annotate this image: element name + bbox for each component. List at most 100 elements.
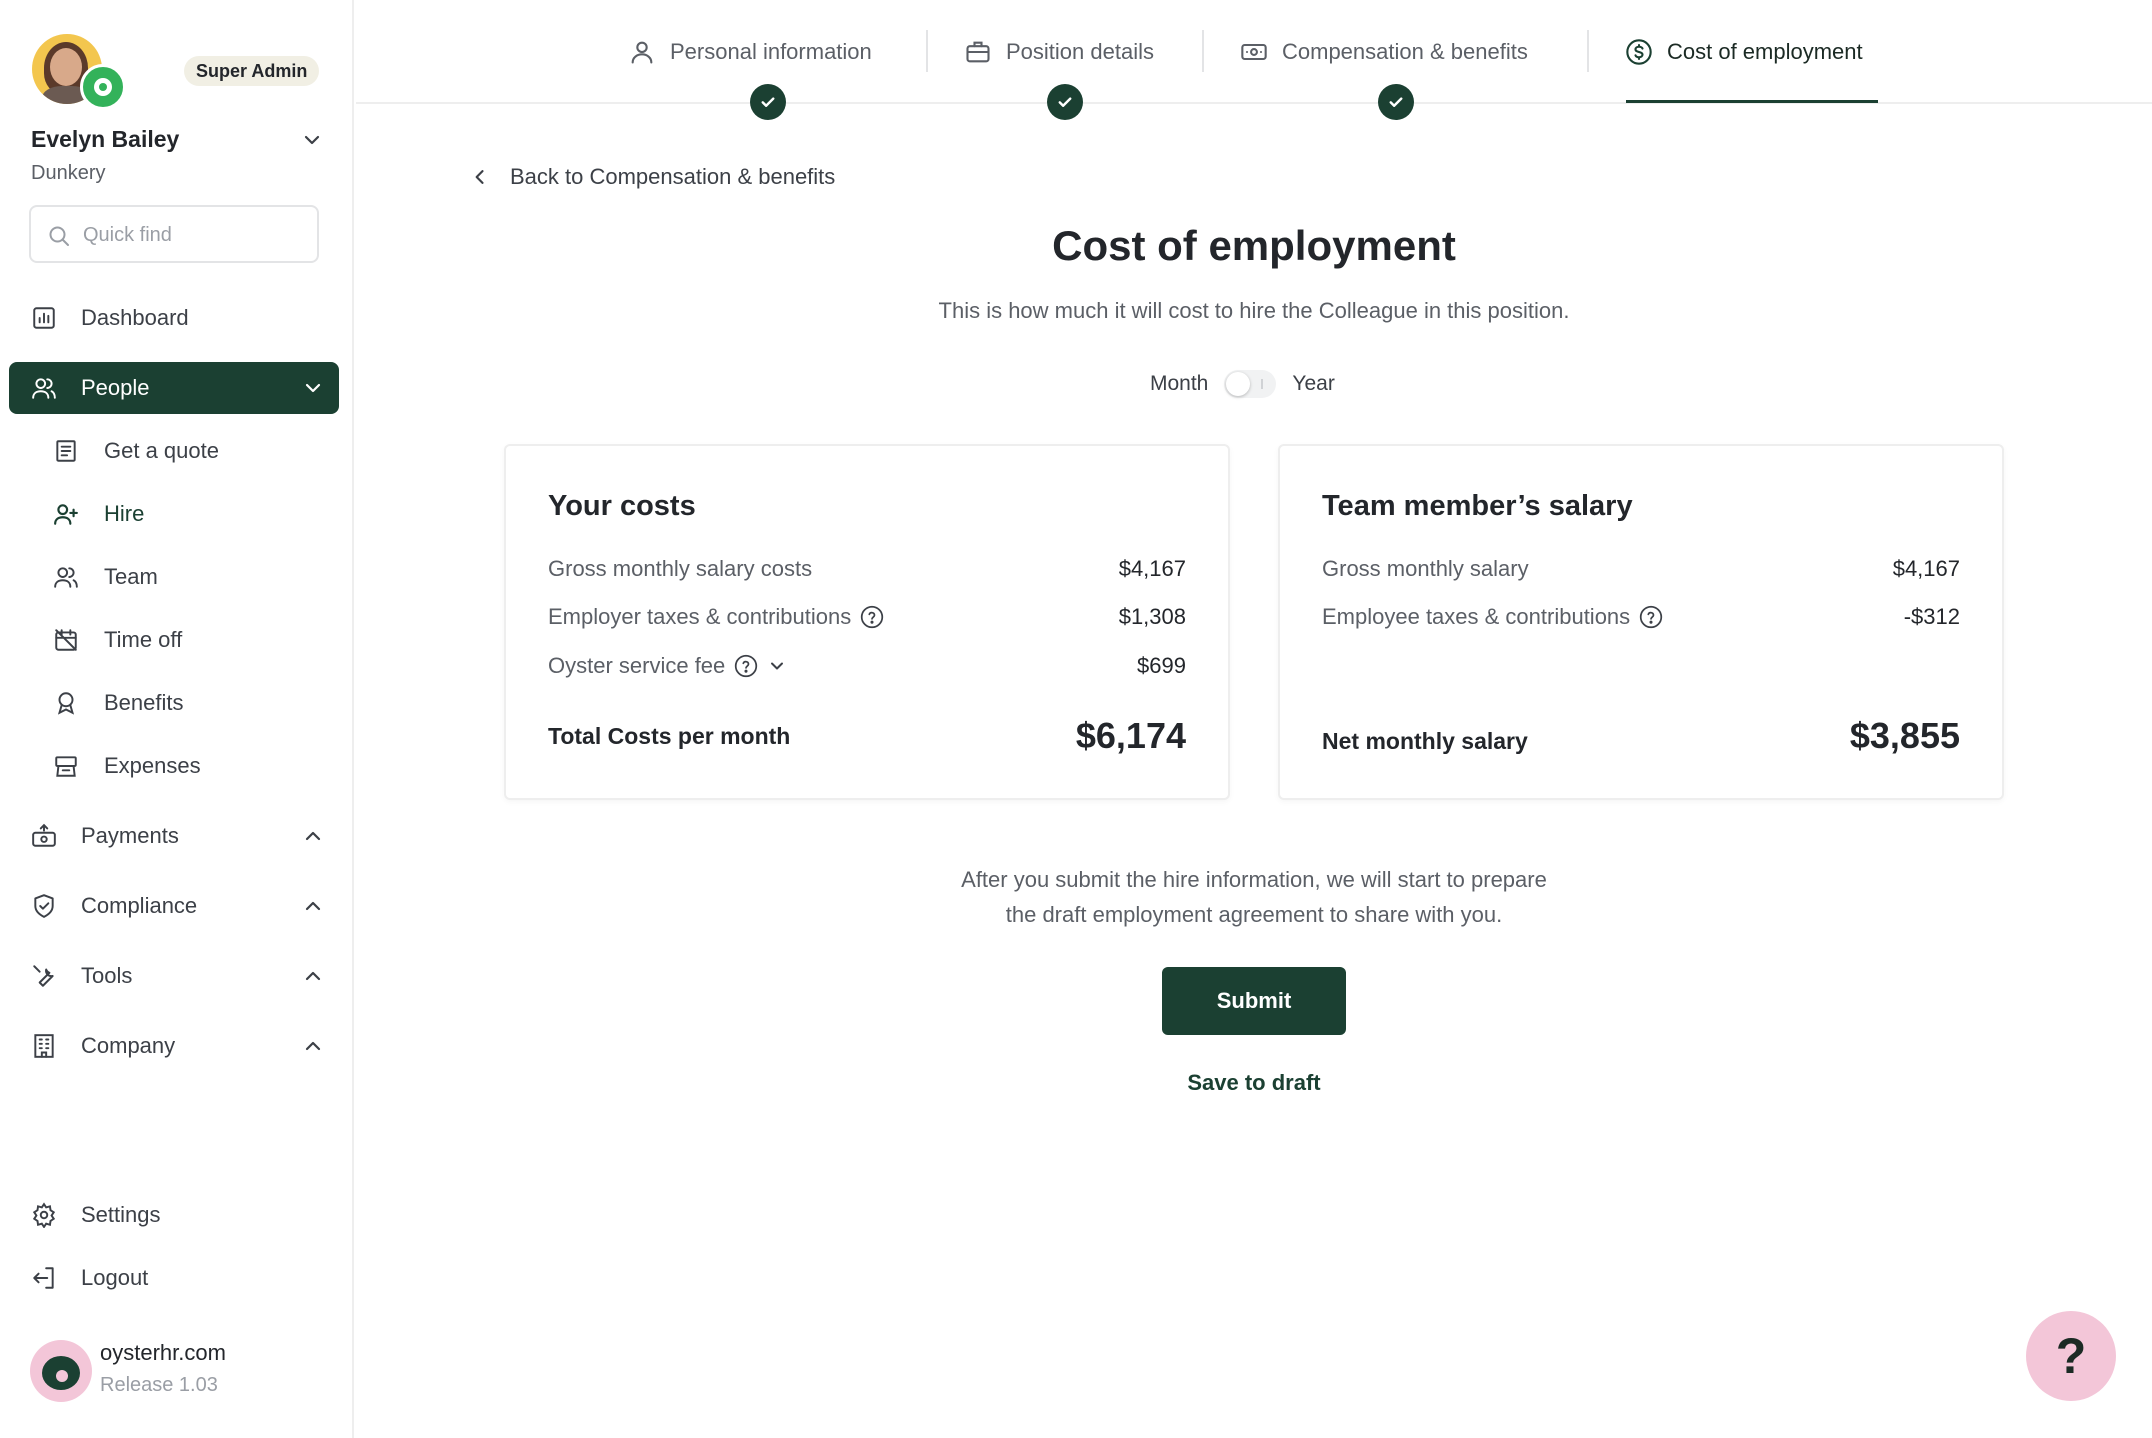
step-complete-check-icon: [1378, 84, 1414, 120]
help-circle-icon[interactable]: [859, 604, 885, 630]
chevron-up-icon[interactable]: [301, 1034, 325, 1058]
sidebar-item-payments[interactable]: Payments: [9, 810, 339, 862]
sidebar-subitem-label: Hire: [104, 501, 145, 526]
sidebar-subitem-benefits[interactable]: Benefits: [40, 679, 330, 727]
team-member-salary-card: Team member’s salary Gross monthly salar…: [1278, 444, 2004, 800]
sidebar-item-label: Tools: [81, 963, 133, 988]
step-cost-of-employment[interactable]: Cost of employment: [1625, 34, 1863, 70]
salary-row-label: Gross monthly salary: [1322, 556, 1529, 581]
sidebar-item-compliance[interactable]: Compliance: [9, 880, 339, 932]
help-circle-icon[interactable]: [1638, 604, 1664, 630]
role-badge: Super Admin: [184, 56, 320, 86]
sidebar-item-logout[interactable]: Logout: [9, 1252, 339, 1304]
search-input[interactable]: [83, 217, 303, 253]
dollar-circle-icon: [1626, 39, 1652, 65]
users-icon: [54, 567, 78, 588]
sidebar-subitem-expenses[interactable]: Expenses: [40, 742, 330, 790]
sidebar-item-label: Dashboard: [81, 305, 189, 330]
back-link[interactable]: Back to Compensation & benefits: [470, 160, 835, 194]
money-hand-icon: [32, 823, 56, 847]
sidebar-item-label: Logout: [81, 1265, 149, 1290]
sidebar-subitem-label: Time off: [104, 627, 183, 652]
sidebar-subitem-get-a-quote[interactable]: Get a quote: [40, 427, 330, 475]
chevron-down-icon[interactable]: [301, 376, 325, 400]
step-complete-check-icon: [750, 84, 786, 120]
calendar-off-icon: [55, 629, 77, 651]
search-icon: [49, 226, 69, 246]
back-link-label: Back to Compensation & benefits: [510, 164, 836, 189]
sidebar-subitem-label: Team: [104, 564, 158, 589]
oyster-logo-icon: [30, 1340, 92, 1402]
help-button[interactable]: ?: [2026, 1311, 2116, 1401]
cash-register-icon: [55, 756, 77, 777]
sidebar-subitem-label: Get a quote: [104, 438, 219, 463]
shield-check-icon: [34, 894, 54, 918]
release-version: Release 1.03: [100, 1374, 218, 1396]
sidebar-item-label: Payments: [81, 823, 179, 848]
card-title: Team member’s salary: [1322, 490, 1633, 522]
cost-row: Oyster service fee $699: [548, 650, 1186, 682]
quick-find-search[interactable]: [29, 205, 319, 263]
switch-tick: [1261, 379, 1264, 389]
step-position-details[interactable]: Position details: [964, 34, 1154, 70]
sidebar-subitem-label: Benefits: [104, 690, 184, 715]
cost-row: Employer taxes & contributions $1,308: [548, 601, 1186, 633]
step-label: Cost of employment: [1667, 39, 1863, 64]
salary-row-value: $4,167: [1892, 556, 1960, 581]
sidebar-item-dashboard[interactable]: Dashboard: [9, 292, 339, 344]
sidebar-subitem-label: Expenses: [104, 753, 201, 778]
person-icon: [631, 41, 653, 64]
sidebar-subitem-team[interactable]: Team: [40, 553, 330, 601]
toggle-label-month[interactable]: Month: [1150, 372, 1208, 396]
sidebar-item-settings[interactable]: Settings: [9, 1189, 339, 1241]
sidebar-item-label: Company: [81, 1033, 176, 1058]
sidebar-subitem-hire[interactable]: Hire: [40, 490, 330, 538]
chevron-up-icon[interactable]: [301, 894, 325, 918]
brand-name: oysterhr.com: [100, 1340, 226, 1365]
step-divider: [1587, 30, 1589, 72]
info-line: the draft employment agreement to share …: [1005, 902, 1503, 927]
help-circle-icon[interactable]: [733, 653, 759, 679]
step-compensation-benefits[interactable]: Compensation & benefits: [1240, 34, 1528, 70]
total-label: Total Costs per month: [548, 722, 791, 749]
gear-icon: [32, 1202, 56, 1228]
step-personal-information[interactable]: Personal information: [628, 34, 872, 70]
chevron-left-icon: [475, 170, 484, 184]
receipt-icon: [56, 440, 76, 462]
info-line: After you submit the hire information, w…: [961, 867, 1547, 892]
sidebar-subitem-time-off[interactable]: Time off: [40, 616, 330, 664]
sidebar-item-people[interactable]: People: [9, 362, 339, 414]
building-icon: [34, 1034, 54, 1058]
month-year-switch[interactable]: [1224, 370, 1277, 398]
cost-row: Gross monthly salary costs $4,167: [548, 553, 1186, 585]
cost-row-value: $699: [1137, 653, 1186, 678]
user-name[interactable]: Evelyn Bailey: [31, 126, 179, 153]
save-to-draft-label[interactable]: Save to draft: [1187, 1070, 1320, 1095]
chevron-up-icon[interactable]: [301, 824, 325, 848]
step-label: Compensation & benefits: [1282, 39, 1528, 64]
cost-row-label: Oyster service fee: [548, 653, 726, 678]
salary-row: Gross monthly salary $4,167: [1322, 553, 1960, 585]
salary-row-value: -$312: [1903, 604, 1960, 629]
logout-icon: [33, 1267, 54, 1289]
chevron-down-icon[interactable]: [767, 656, 787, 676]
sidebar-item-label: People: [81, 375, 150, 400]
your-costs-card: Your costs Gross monthly salary costs $4…: [504, 444, 1230, 800]
wrench-icon: [33, 965, 54, 987]
sidebar-item-label: Compliance: [81, 893, 198, 918]
total-value: $3,855: [1849, 715, 1960, 756]
step-label: Position details: [1006, 39, 1154, 64]
toggle-label-year[interactable]: Year: [1292, 372, 1334, 396]
chevron-up-icon[interactable]: [301, 964, 325, 988]
total-label: Net monthly salary: [1322, 727, 1528, 754]
cost-row-label: Employer taxes & contributions: [548, 604, 852, 629]
submit-button[interactable]: Submit: [1162, 967, 1346, 1035]
user-plus-icon: [54, 504, 78, 525]
sidebar-item-company[interactable]: Company: [9, 1020, 339, 1072]
status-badge-icon: [80, 64, 126, 110]
cost-row-value: $1,308: [1118, 604, 1186, 629]
chevron-down-icon[interactable]: [300, 128, 324, 152]
step-label: Personal information: [670, 39, 872, 64]
step-complete-check-icon: [1047, 84, 1083, 120]
sidebar-item-tools[interactable]: Tools: [9, 950, 339, 1002]
